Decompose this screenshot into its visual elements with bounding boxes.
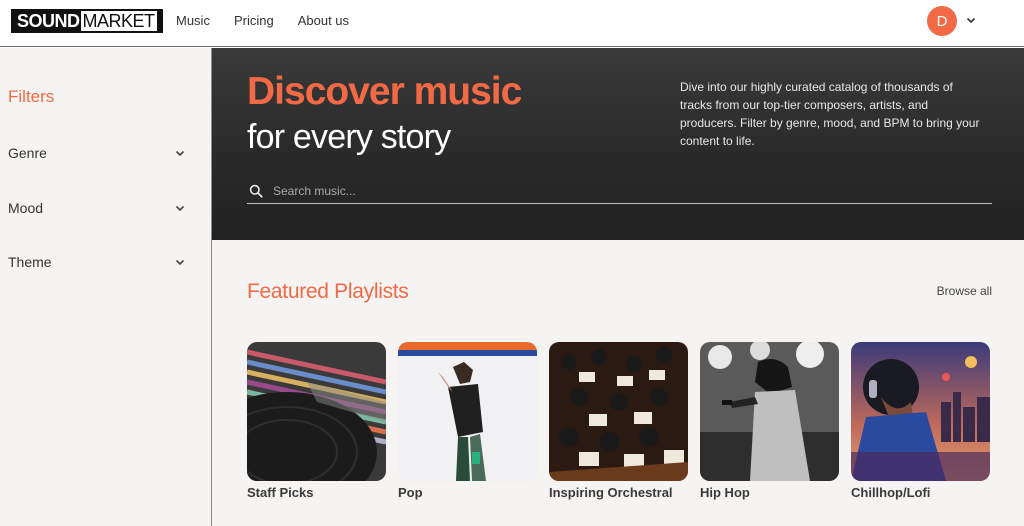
playlist-title: Staff Picks (247, 485, 314, 500)
hero-banner: Discover music for every story Dive into… (212, 48, 1024, 240)
filter-sidebar: Filters Genre Mood Theme (0, 48, 212, 526)
playlist-cover-image (398, 342, 537, 481)
featured-heading: Featured Playlists (247, 280, 409, 303)
playlist-title: Hip Hop (700, 485, 750, 500)
playlist-card-hip-hop[interactable]: Hip Hop (700, 342, 839, 500)
filters-heading: Filters (8, 87, 55, 106)
hero-description: Dive into our highly curated catalog of … (680, 80, 980, 148)
playlist-title: Inspiring Orchestral (549, 485, 673, 500)
playlist-card-chillhop-lofi[interactable]: Chillhop/Lofi (851, 342, 990, 500)
playlist-cover-image (247, 342, 386, 481)
hero-subtitle: for every story (247, 118, 451, 156)
search-icon (249, 184, 263, 198)
chevron-down-icon (175, 259, 185, 266)
nav-music-link[interactable]: Music (176, 13, 210, 28)
browse-all-link[interactable]: Browse all (937, 284, 992, 298)
music-search-bar (247, 178, 992, 204)
logo-text-bold: SOUND (17, 10, 80, 31)
top-nav-bar: SOUND MARKET Music Pricing About us D (0, 0, 1024, 47)
featured-section: Featured Playlists Browse all Staff Pick… (212, 240, 1024, 526)
logo-text-light: MARKET (80, 11, 157, 31)
user-avatar[interactable]: D (927, 6, 957, 36)
filter-genre[interactable]: Genre (8, 143, 186, 163)
filter-mood[interactable]: Mood (8, 198, 186, 218)
chevron-down-icon[interactable] (965, 14, 977, 26)
playlist-title: Chillhop/Lofi (851, 485, 931, 500)
hero-title: Discover music (247, 70, 522, 113)
nav-about-link[interactable]: About us (298, 13, 349, 28)
chevron-down-icon (175, 150, 185, 157)
filter-label: Theme (8, 254, 52, 270)
playlist-cover-image (700, 342, 839, 481)
search-input[interactable] (273, 183, 973, 198)
playlist-card-staff-picks[interactable]: Staff Picks (247, 342, 386, 500)
playlist-cover-image (851, 342, 990, 481)
filter-theme[interactable]: Theme (8, 252, 186, 272)
playlist-card-inspiring-orchestral[interactable]: Inspiring Orchestral (549, 342, 688, 500)
brand-logo[interactable]: SOUND MARKET (11, 9, 163, 33)
main-nav: Music Pricing About us (176, 13, 349, 28)
playlist-list: Staff Picks Pop Inspiring Orchestral Hip… (247, 342, 990, 500)
playlist-title: Pop (398, 485, 423, 500)
filter-label: Mood (8, 200, 44, 216)
nav-pricing-link[interactable]: Pricing (234, 13, 274, 28)
filter-label: Genre (8, 145, 47, 161)
playlist-card-pop[interactable]: Pop (398, 342, 537, 500)
playlist-cover-image (549, 342, 688, 481)
chevron-down-icon (175, 205, 185, 212)
